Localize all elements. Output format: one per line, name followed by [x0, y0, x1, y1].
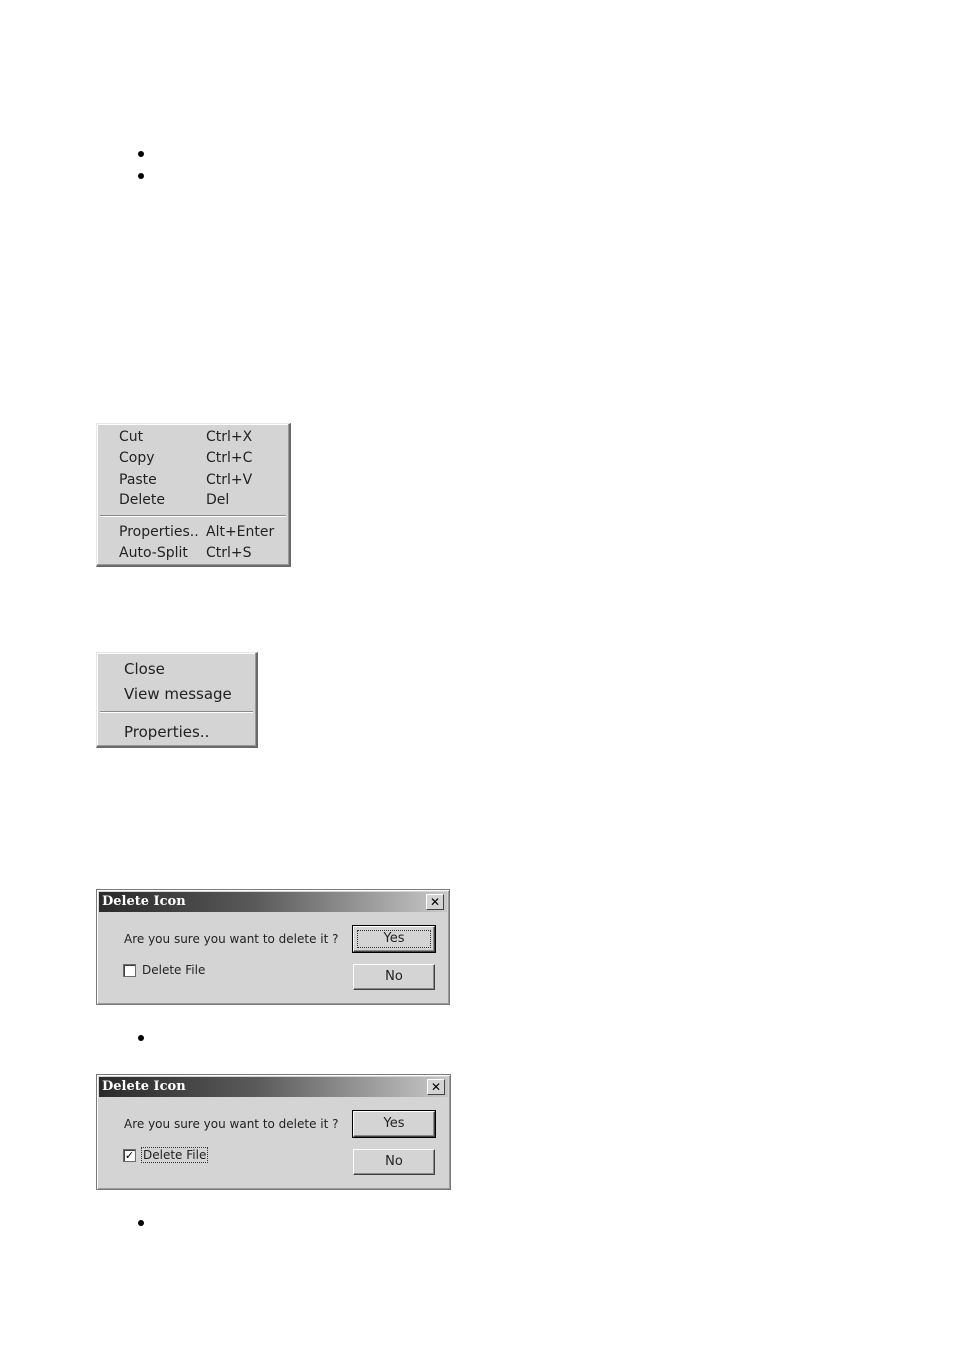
yes-button[interactable]: Yes [352, 1110, 436, 1138]
bullet-3 [138, 1035, 144, 1041]
menu-item-label: Cut [119, 429, 144, 445]
menu-item-properties[interactable]: Properties.. [97, 721, 256, 741]
menu-item-shortcut: Del [206, 492, 230, 508]
menu-item-shortcut: Ctrl+C [206, 450, 253, 466]
menu-item-properties[interactable]: Properties.. Alt+Enter [97, 522, 289, 542]
no-button-label: No [385, 969, 403, 984]
menu-item-copy[interactable]: Copy Ctrl+C [97, 448, 289, 468]
bullet-1 [138, 151, 144, 157]
message-context-menu: Close View message Properties.. [96, 652, 258, 748]
menu-item-delete[interactable]: Delete Del [97, 490, 289, 510]
menu-item-shortcut: Ctrl+V [206, 472, 253, 488]
menu-item-paste[interactable]: Paste Ctrl+V [97, 470, 289, 490]
dialog-question: Are you sure you want to delete it ? [124, 1117, 339, 1131]
menu-item-shortcut: Ctrl+S [206, 545, 252, 561]
delete-file-checkbox[interactable] [123, 964, 136, 977]
dialog-title: Delete Icon [102, 1079, 186, 1094]
menu-item-cut[interactable]: Cut Ctrl+X [97, 427, 289, 447]
yes-button-label: Yes [383, 1116, 405, 1131]
menu-item-close[interactable]: Close [97, 658, 256, 678]
dialog-titlebar[interactable]: Delete Icon ✕ [99, 1077, 448, 1097]
no-button-label: No [385, 1154, 403, 1169]
close-icon[interactable]: ✕ [426, 894, 444, 910]
delete-file-label[interactable]: Delete File [141, 1147, 209, 1163]
delete-icon-dialog-checked: Delete Icon ✕ Are you sure you want to d… [96, 1074, 451, 1190]
dialog-title: Delete Icon [102, 894, 186, 909]
menu-item-label: Properties.. [124, 723, 210, 741]
menu-item-label: Close [124, 660, 165, 678]
menu-item-shortcut: Ctrl+X [206, 429, 253, 445]
menu-separator [100, 515, 286, 517]
delete-icon-dialog: Delete Icon ✕ Are you sure you want to d… [96, 889, 450, 1005]
bullet-4 [138, 1220, 144, 1226]
yes-button-label: Yes [383, 931, 405, 946]
yes-button[interactable]: Yes [352, 925, 436, 953]
menu-item-label: View message [124, 685, 232, 703]
dialog-question: Are you sure you want to delete it ? [124, 932, 339, 946]
menu-item-auto-split[interactable]: Auto-Split Ctrl+S [97, 543, 289, 563]
bullet-2 [138, 173, 144, 179]
edit-context-menu: Cut Ctrl+X Copy Ctrl+C Paste Ctrl+V Dele… [96, 423, 291, 567]
menu-item-label: Auto-Split [119, 545, 188, 561]
menu-item-shortcut: Alt+Enter [206, 524, 275, 540]
menu-item-label: Delete [119, 492, 165, 508]
no-button[interactable]: No [353, 1149, 435, 1175]
menu-item-view-message[interactable]: View message [97, 683, 256, 703]
menu-item-label: Copy [119, 450, 155, 466]
delete-file-checkbox[interactable]: ✓ [123, 1149, 136, 1162]
close-icon[interactable]: ✕ [427, 1079, 445, 1095]
delete-file-label[interactable]: Delete File [142, 963, 205, 977]
dialog-titlebar[interactable]: Delete Icon ✕ [99, 892, 447, 912]
menu-item-label: Properties.. [119, 524, 199, 540]
menu-separator [100, 711, 253, 713]
menu-item-label: Paste [119, 472, 157, 488]
no-button[interactable]: No [353, 964, 435, 990]
